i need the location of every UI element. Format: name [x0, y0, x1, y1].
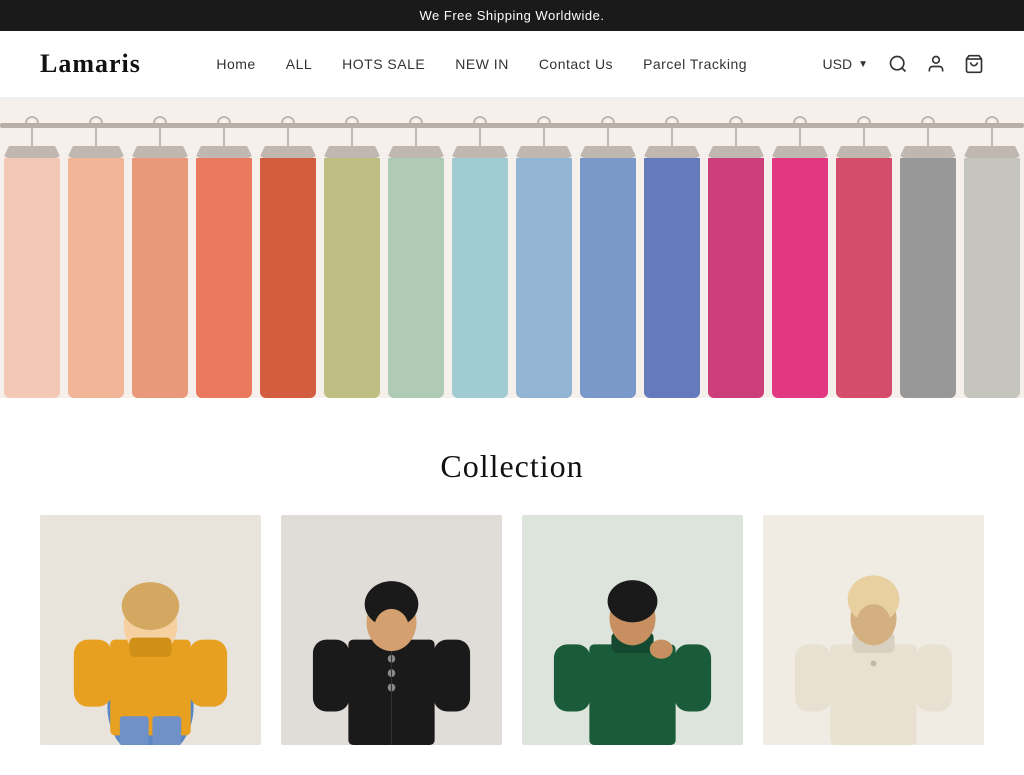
- nav-contact-us[interactable]: Contact Us: [539, 56, 613, 72]
- garment-15: [960, 98, 1024, 398]
- header-icons: [888, 54, 984, 74]
- nav-home[interactable]: Home: [216, 56, 255, 72]
- banner-text: We Free Shipping Worldwide.: [420, 8, 605, 23]
- product-card-4[interactable]: [763, 515, 984, 745]
- nav-parcel-tracking[interactable]: Parcel Tracking: [643, 56, 747, 72]
- product-image-2: [281, 515, 502, 745]
- account-button[interactable]: [926, 54, 946, 74]
- garment-4: [256, 98, 320, 398]
- search-button[interactable]: [888, 54, 908, 74]
- cart-button[interactable]: [964, 54, 984, 74]
- main-nav: Home ALL HOTS SALE NEW IN Contact Us Par…: [216, 56, 747, 72]
- product-card-2[interactable]: [281, 515, 502, 745]
- product-image-4: [763, 515, 984, 745]
- product-image-1: [40, 515, 261, 745]
- garment-9: [576, 98, 640, 398]
- garment-13: [832, 98, 896, 398]
- nav-all[interactable]: ALL: [286, 56, 312, 72]
- currency-dropdown-arrow: ▼: [858, 59, 868, 70]
- garment-10: [640, 98, 704, 398]
- logo[interactable]: Lamaris: [40, 49, 141, 79]
- top-banner: We Free Shipping Worldwide.: [0, 0, 1024, 31]
- header: Lamaris Home ALL HOTS SALE NEW IN Contac…: [0, 31, 1024, 98]
- garments-container: [0, 98, 1024, 398]
- product-card-1[interactable]: [40, 515, 261, 745]
- garment-12: [768, 98, 832, 398]
- garment-5: [320, 98, 384, 398]
- product-grid: [40, 515, 984, 745]
- product-image-3: [522, 515, 743, 745]
- garment-8: [512, 98, 576, 398]
- garment-7: [448, 98, 512, 398]
- collection-section: Collection: [0, 398, 1024, 775]
- currency-label: USD: [823, 56, 853, 72]
- garment-14: [896, 98, 960, 398]
- hero-banner: [0, 98, 1024, 398]
- rack-rod: [0, 123, 1024, 128]
- currency-selector[interactable]: USD ▼: [823, 56, 868, 72]
- garment-6: [384, 98, 448, 398]
- garment-1: [64, 98, 128, 398]
- product-card-3[interactable]: [522, 515, 743, 745]
- garment-0: [0, 98, 64, 398]
- garment-11: [704, 98, 768, 398]
- garment-2: [128, 98, 192, 398]
- garment-3: [192, 98, 256, 398]
- collection-title: Collection: [40, 448, 984, 485]
- nav-hots-sale[interactable]: HOTS SALE: [342, 56, 425, 72]
- nav-new-in[interactable]: NEW IN: [455, 56, 509, 72]
